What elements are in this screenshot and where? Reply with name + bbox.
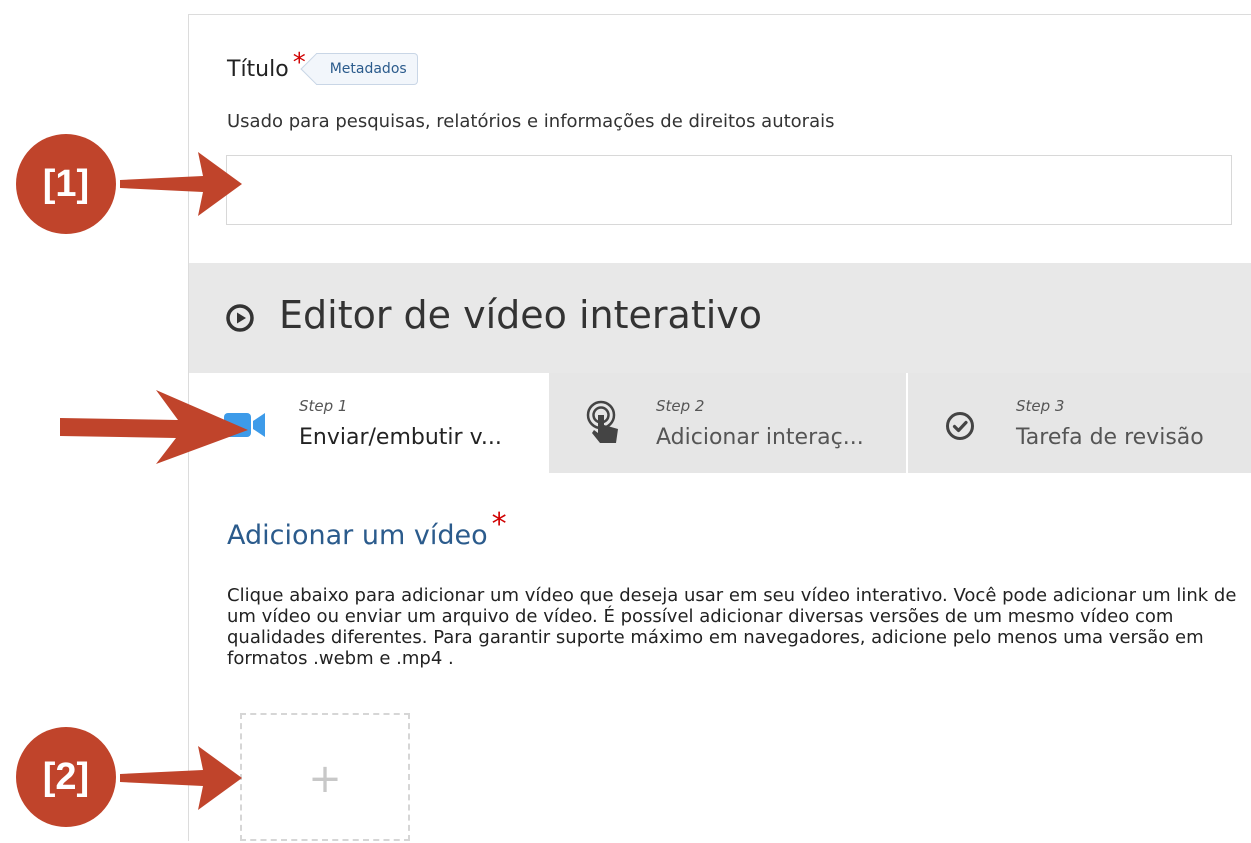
tab-step-2[interactable]: Step 2 Adicionar interaç... xyxy=(549,373,906,473)
add-video-description: Clique abaixo para adicionar um vídeo qu… xyxy=(227,585,1237,669)
annotation-arrow-1 xyxy=(120,152,242,216)
add-video-button[interactable]: + xyxy=(240,713,410,841)
annotation-arrow-3 xyxy=(120,746,242,810)
step-label: Enviar/embutir v... xyxy=(299,425,502,450)
required-mark: * xyxy=(491,507,507,542)
plus-icon: + xyxy=(308,756,342,802)
editor-title: Editor de vídeo interativo xyxy=(279,293,763,337)
check-circle-icon xyxy=(946,412,974,440)
metadata-button[interactable]: Metadados xyxy=(315,53,418,85)
steps-bar: Step 1 Enviar/embutir v... Step 2 Adicio… xyxy=(189,373,1251,473)
play-circle-icon xyxy=(226,304,254,332)
step-number: Step 1 xyxy=(299,397,348,415)
tab-step-3[interactable]: Step 3 Tarefa de revisão xyxy=(908,373,1251,473)
step-number: Step 3 xyxy=(1016,397,1065,415)
editor-header: Editor de vídeo interativo xyxy=(189,263,1251,373)
annotation-badge-2: [2] xyxy=(16,727,116,827)
title-description: Usado para pesquisas, relatórios e infor… xyxy=(227,111,835,132)
step-label: Tarefa de revisão xyxy=(1016,425,1204,450)
add-video-heading: Adicionar um vídeo * xyxy=(227,510,507,552)
title-field-header: Título * Metadados xyxy=(227,50,418,85)
editor-panel: Título * Metadados Usado para pesquisas,… xyxy=(188,14,1251,841)
add-video-title: Adicionar um vídeo xyxy=(227,520,488,551)
title-input[interactable] xyxy=(226,155,1232,225)
step-number: Step 2 xyxy=(656,397,705,415)
annotation-arrow-2 xyxy=(60,390,248,464)
title-label: Título xyxy=(227,56,289,82)
annotation-badge-1: [1] xyxy=(16,134,116,234)
touch-icon xyxy=(586,400,618,443)
step-label: Adicionar interaç... xyxy=(656,425,864,450)
